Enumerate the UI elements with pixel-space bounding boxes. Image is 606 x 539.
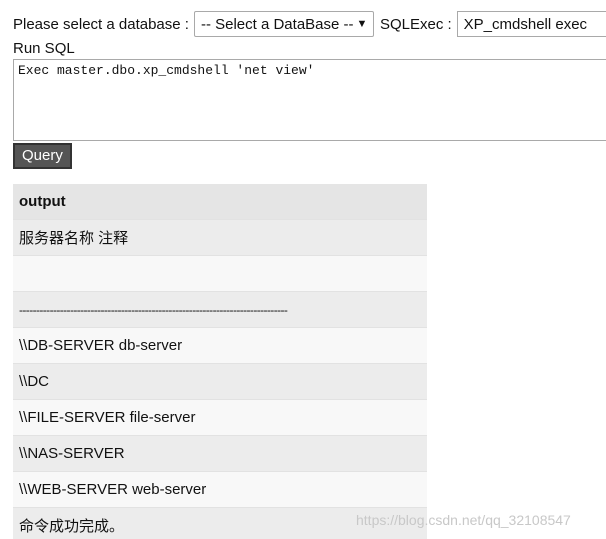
table-row: 服务器名称 注释: [13, 219, 427, 256]
run-sql-label: Run SQL: [13, 40, 75, 57]
table-row: \\WEB-SERVER web-server: [13, 471, 427, 508]
output-column-header: output: [13, 184, 427, 220]
table-row: \\DC: [13, 363, 427, 400]
table-row: ----------------------------------------…: [13, 291, 427, 328]
output-header-row: output: [13, 184, 427, 220]
sql-textarea[interactable]: Exec master.dbo.xp_cmdshell 'net view': [13, 59, 606, 141]
table-cell: \\DC: [13, 363, 427, 400]
table-row: [13, 255, 427, 292]
watermark: https://blog.csdn.net/qq_32108547: [356, 512, 571, 528]
table-cell: 服务器名称 注释: [13, 219, 427, 256]
table-cell: \\FILE-SERVER file-server: [13, 399, 427, 436]
table-cell: [13, 255, 427, 292]
table-row: \\NAS-SERVER: [13, 435, 427, 472]
table-cell: ----------------------------------------…: [13, 291, 427, 328]
query-button[interactable]: Query: [13, 143, 72, 169]
output-table: output 服务器名称 注释 ------------------------…: [13, 184, 427, 539]
table-cell: \\DB-SERVER db-server: [13, 327, 427, 364]
sqlexec-input[interactable]: [456, 11, 606, 37]
table-cell: \\NAS-SERVER: [13, 435, 427, 472]
database-select-value: -- Select a DataBase --: [200, 15, 354, 33]
table-cell: \\WEB-SERVER web-server: [13, 471, 427, 508]
dropdown-arrow-icon: ▼: [356, 18, 368, 30]
database-select[interactable]: -- Select a DataBase -- ▼: [193, 11, 374, 37]
database-label: Please select a database :: [13, 15, 189, 33]
sql-exec-page: Please select a database : -- Select a D…: [0, 0, 606, 539]
sqlexec-label: SQLExec :: [379, 15, 452, 33]
table-row: \\DB-SERVER db-server: [13, 327, 427, 364]
toolbar: Please select a database : -- Select a D…: [13, 10, 606, 38]
table-row: \\FILE-SERVER file-server: [13, 399, 427, 436]
